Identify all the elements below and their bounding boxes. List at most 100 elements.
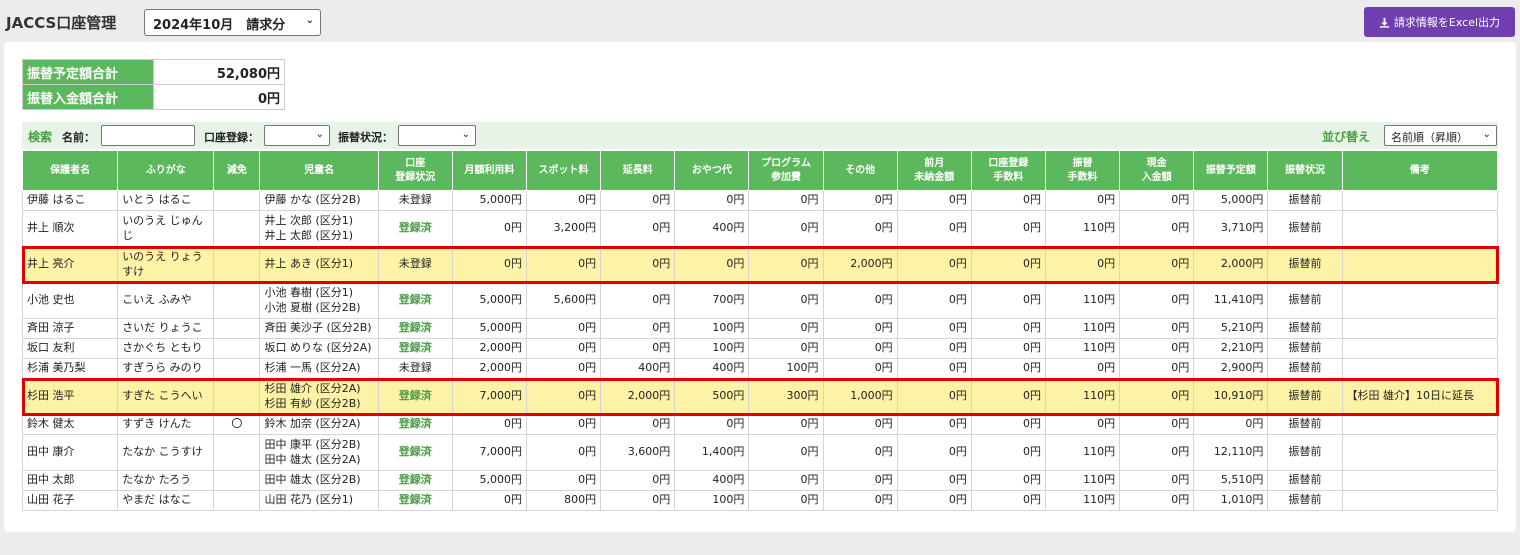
summary-table: 振替予定額合計 52,080円 振替入金額合計 0円 (22, 59, 285, 110)
table-cell: さかぐち ともり (117, 338, 215, 359)
table-cell: 振替前 (1267, 318, 1343, 339)
table-cell: 0円 (1119, 490, 1195, 511)
table-cell: 登録済 (377, 414, 453, 435)
summary-value: 0円 (153, 84, 285, 110)
summary-row: 振替予定額合計 52,080円 (22, 59, 285, 85)
column-header: 備考 (1341, 150, 1499, 191)
table-cell: 田中 康平 (区分2B) 田中 雄太 (区分2A) (259, 434, 379, 471)
table-cell: 0円 (822, 210, 898, 247)
main-panel: 振替予定額合計 52,080円 振替入金額合計 0円 検索 名前： 口座登録： ⌄ 振… (4, 42, 1516, 532)
table-cell: 振替前 (1267, 338, 1343, 359)
table-cell: 登録済 (377, 282, 453, 319)
table-cell: 0円 (674, 246, 750, 283)
table-cell: 0円 (1119, 282, 1195, 319)
table-cell: 1,010円 (1193, 490, 1269, 511)
table-cell: 0円 (896, 318, 972, 339)
table-cell: 0円 (600, 490, 676, 511)
table-cell: 5,000円 (451, 470, 527, 491)
table-row[interactable]: 山田 花子 やまだ はなこ 山田 花乃 (区分1) 登録済 0円 800円 0円 100円 0円… (21, 490, 1499, 511)
table-cell: 0円 (970, 246, 1046, 283)
table-cell: 0円 (748, 190, 824, 211)
table-cell: こいえ ふみや (117, 282, 215, 319)
table-cell: 110円 (1044, 378, 1121, 415)
excel-export-button[interactable]: 請求情報をExcel出力 (1364, 7, 1515, 37)
table-cell: 0円 (525, 434, 602, 471)
table-cell: 【杉田 雄介】10日に延長 (1341, 378, 1499, 415)
table-cell: 0円 (1119, 338, 1195, 359)
table-cell: 0円 (525, 414, 602, 435)
sort-order-select[interactable]: 名前順（昇順） ⌄ (1384, 125, 1497, 146)
table-row[interactable]: 田中 太郎 たなか たろう 田中 雄太 (区分2B) 登録済 5,000円 0円 0円 400… (21, 470, 1499, 491)
table-row[interactable]: 井上 順次 いのうえ じゅんじ 井上 次郎 (区分1) 井上 太郎 (区分1) 登録済… (21, 210, 1499, 247)
table-cell: 12,110円 (1193, 434, 1269, 471)
table-cell: やまだ はなこ (117, 490, 215, 511)
table-cell: 0円 (822, 318, 898, 339)
table-cell: 0円 (896, 434, 972, 471)
table-row[interactable]: 杉田 浩平 すぎた こうへい 杉田 雄介 (区分2A) 杉田 有紗 (区分2B) 登録… (21, 378, 1499, 415)
column-header: プログラム 参加費 (748, 150, 824, 191)
table-cell: 11,410円 (1193, 282, 1269, 319)
column-header: 児童名 (259, 150, 379, 191)
table-cell (213, 190, 261, 211)
billing-period-select[interactable]: 2024年10月 請求分 ⌄ (144, 9, 321, 36)
table-cell: 振替前 (1267, 470, 1343, 491)
table-cell (213, 210, 261, 247)
table-cell: すぎうら みのり (117, 358, 215, 379)
table-cell: 0円 (600, 190, 676, 211)
download-icon (1379, 17, 1390, 28)
table-row[interactable]: 田中 康介 たなか こうすけ 田中 康平 (区分2B) 田中 雄太 (区分2A) 登録… (21, 434, 1499, 471)
table-cell: 1,400円 (674, 434, 750, 471)
table-cell: 登録済 (377, 434, 453, 471)
table-cell: 杉田 雄介 (区分2A) 杉田 有紗 (区分2B) (259, 378, 379, 415)
table-cell (1341, 490, 1499, 511)
chevron-down-icon: ⌄ (461, 129, 470, 140)
table-cell: 0円 (525, 470, 602, 491)
table-cell (213, 434, 261, 471)
table-cell: 7,000円 (451, 378, 527, 415)
name-filter-input[interactable] (101, 125, 195, 146)
table-cell: 0円 (896, 378, 972, 415)
table-cell (213, 358, 261, 379)
table-cell: 井上 あき (区分1) (259, 246, 379, 283)
sort-label: 並び替え (1322, 130, 1371, 144)
account-status-select[interactable]: ⌄ (264, 125, 330, 146)
table-cell: 400円 (674, 210, 750, 247)
table-cell: 0円 (896, 470, 972, 491)
table-cell: 2,000円 (1193, 246, 1269, 283)
table-cell: すぎた こうへい (117, 378, 215, 415)
table-cell: 1,000円 (822, 378, 898, 415)
table-cell: 0円 (1119, 414, 1195, 435)
table-cell: 0円 (970, 190, 1046, 211)
table-cell: 0円 (1193, 414, 1269, 435)
table-cell: 0円 (822, 470, 898, 491)
table-cell: 0円 (525, 378, 602, 415)
table-cell (1341, 190, 1499, 211)
table-cell: 振替前 (1267, 358, 1343, 379)
table-cell: いのうえ りょうすけ (117, 246, 215, 283)
table-cell: 5,000円 (451, 318, 527, 339)
table-cell: 0円 (822, 414, 898, 435)
table-cell: 0円 (1119, 434, 1195, 471)
search-label: 検索 (28, 130, 53, 144)
sort-order-value: 名前順（昇順） (1391, 131, 1468, 144)
table-cell: 5,000円 (451, 190, 527, 211)
table-cell: 0円 (822, 490, 898, 511)
table-row[interactable]: 伊藤 はるこ いとう はるこ 伊藤 かな (区分2B) 未登録 5,000円 0円 0円 0円… (21, 190, 1499, 211)
table-cell: 400円 (600, 358, 676, 379)
table-row[interactable]: 小池 史也 こいえ ふみや 小池 春樹 (区分1) 小池 夏樹 (区分2B) 登録済 5… (21, 282, 1499, 319)
table-cell (213, 246, 261, 283)
table-row[interactable]: 井上 亮介 いのうえ りょうすけ 井上 あき (区分1) 未登録 0円 0円 0円 0円 0円 2… (21, 246, 1499, 283)
column-header: 延長料 (600, 150, 676, 191)
column-header: 保護者名 (21, 150, 119, 191)
table-cell (213, 338, 261, 359)
table-row[interactable]: 杉浦 美乃梨 すぎうら みのり 杉浦 一馬 (区分2A) 未登録 2,000円 0円 400… (21, 358, 1499, 379)
table-cell: 10,910円 (1193, 378, 1269, 415)
table-cell: 2,000円 (451, 358, 527, 379)
table-row[interactable]: 鈴木 健太 すずき けんた〇鈴木 加奈 (区分2A) 登録済 0円 0円 0円 0円 0円 0円… (21, 414, 1499, 435)
table-row[interactable]: 坂口 友利 さかぐち ともり 坂口 めりな (区分2A) 登録済 2,000円 0円 0円 1… (21, 338, 1499, 359)
transfer-status-select[interactable]: ⌄ (398, 125, 476, 146)
table-cell: 2,210円 (1193, 338, 1269, 359)
table-row[interactable]: 斉田 涼子 さいだ りょうこ 斉田 美沙子 (区分2B) 登録済 5,000円 0円 0円 1… (21, 318, 1499, 339)
table-cell: 杉浦 美乃梨 (21, 358, 119, 379)
table-cell: 伊藤 はるこ (21, 190, 119, 211)
